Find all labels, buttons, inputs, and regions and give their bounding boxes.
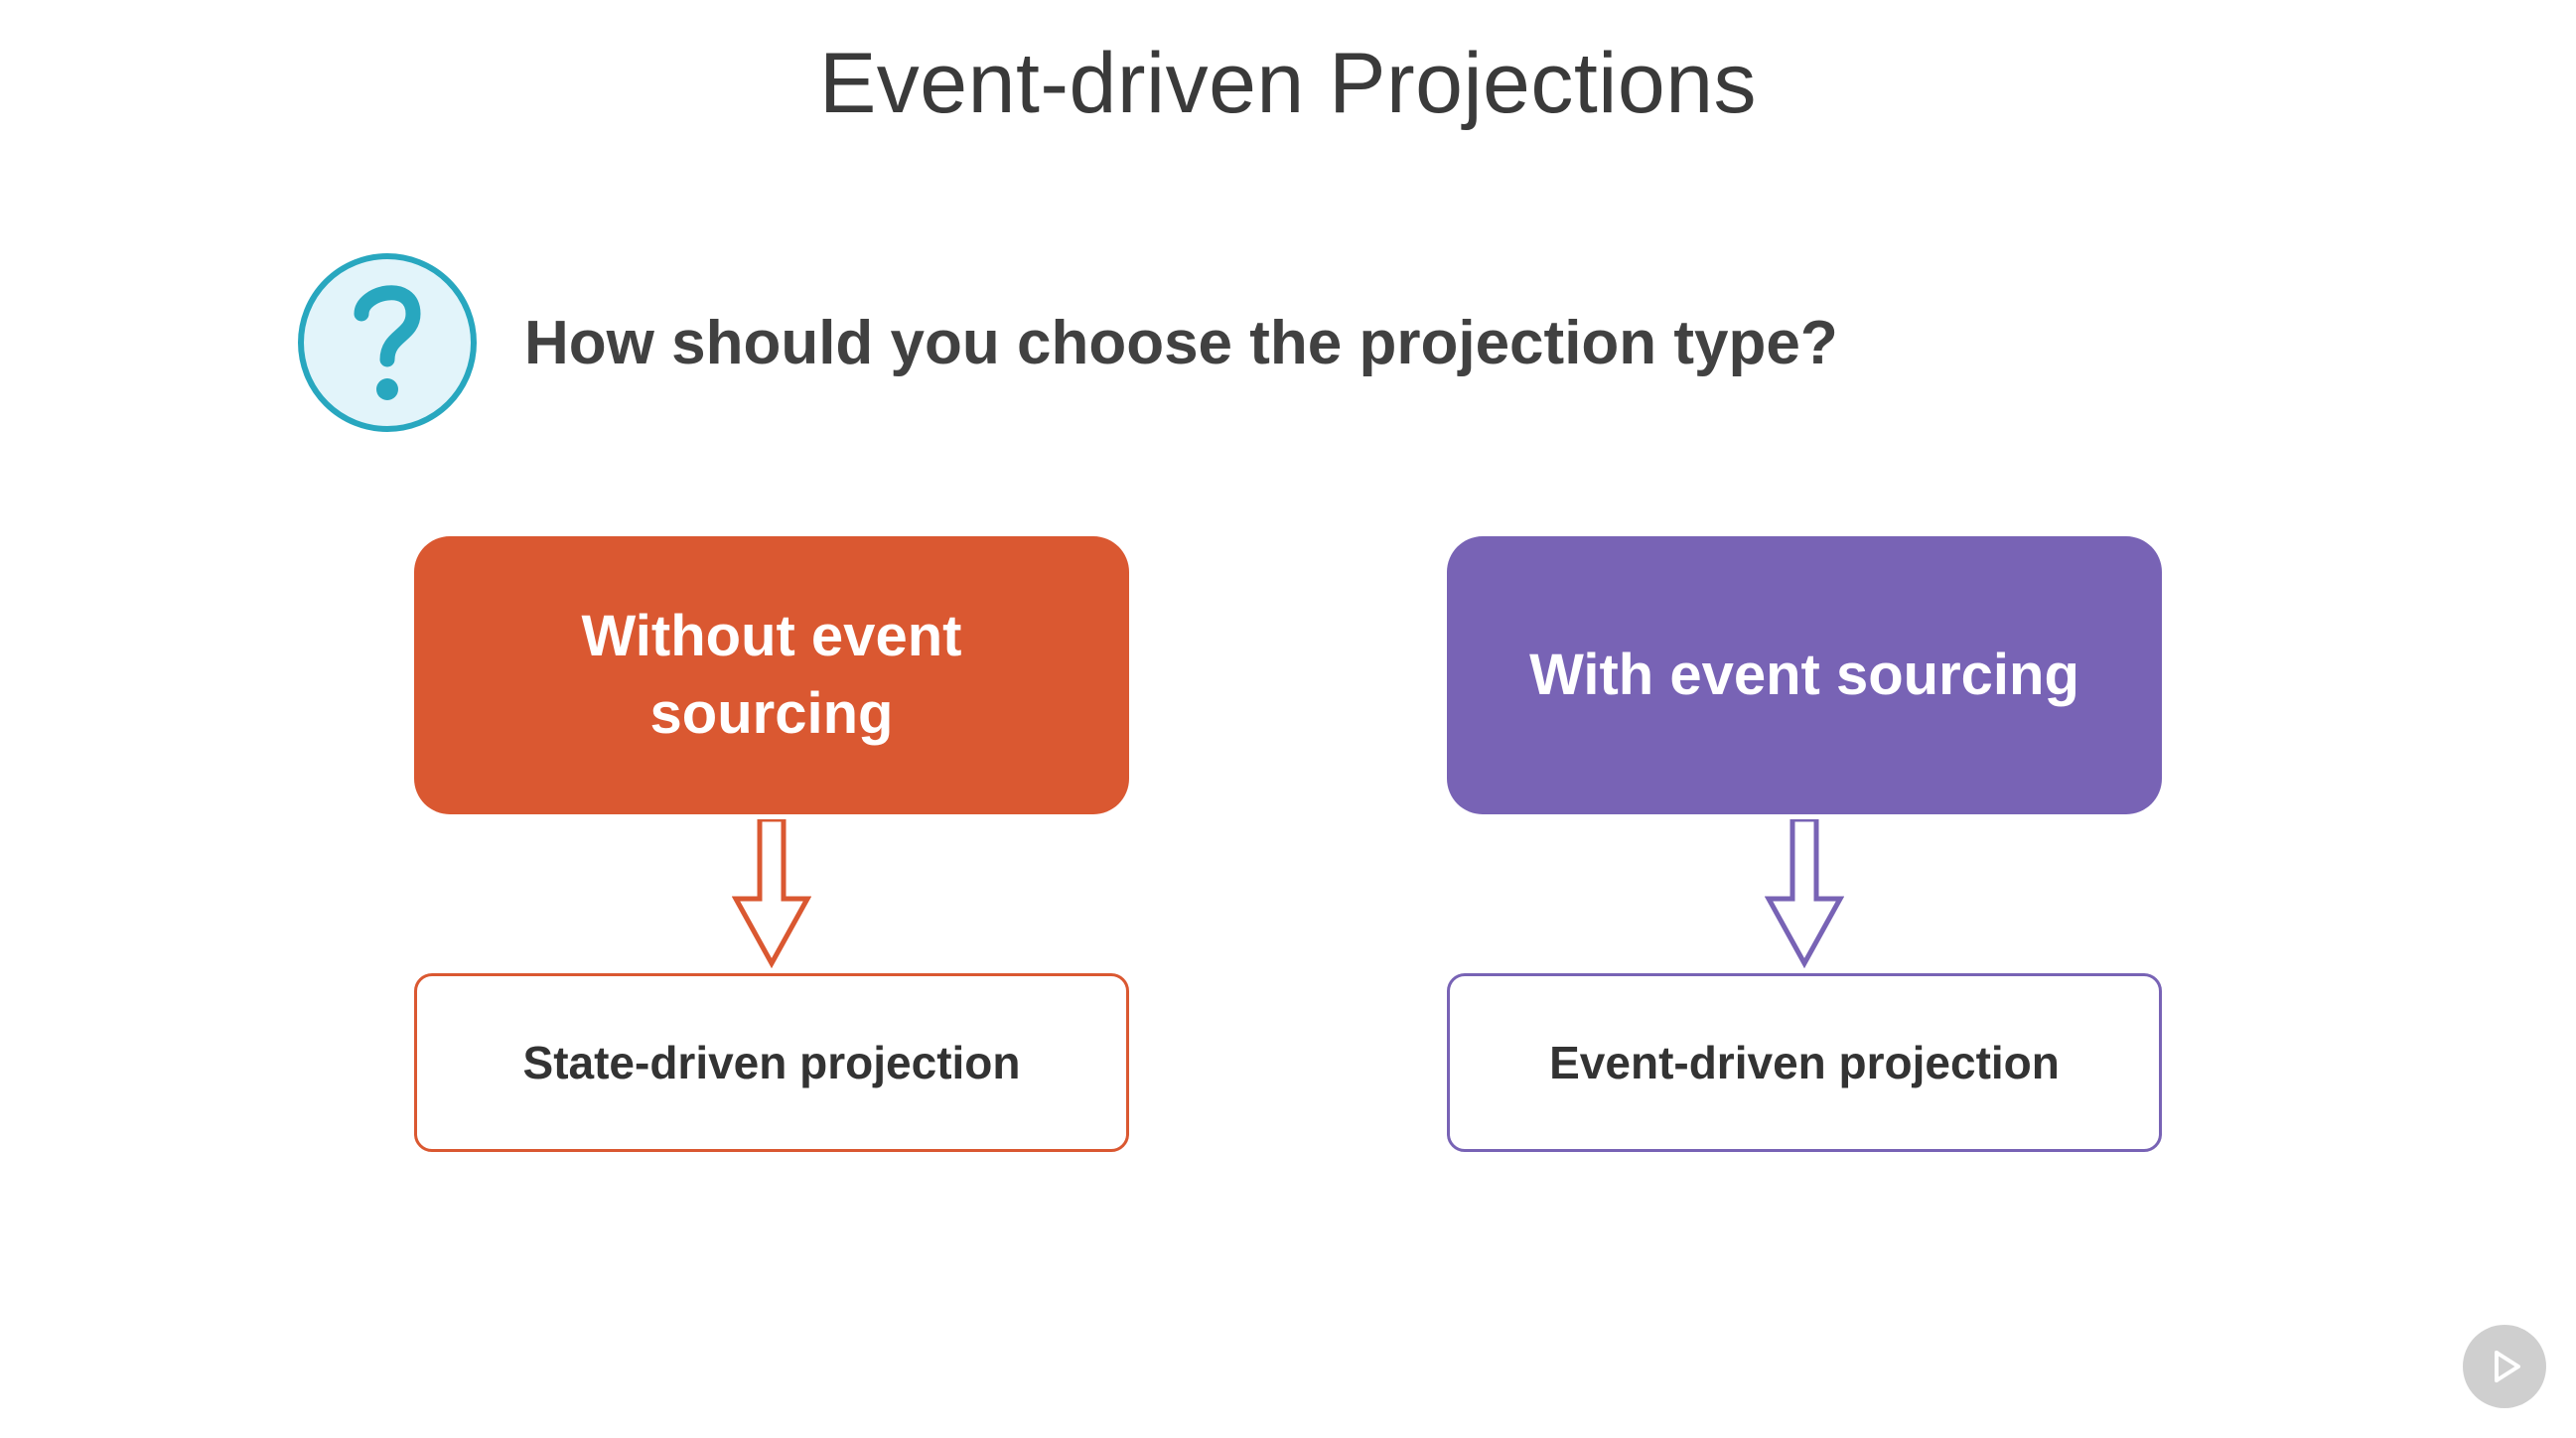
box-without-event-sourcing: Without event sourcing — [414, 536, 1129, 814]
slide-title: Event-driven Projections — [0, 35, 2576, 133]
question-mark-icon — [298, 253, 477, 432]
box-result-label: State-driven projection — [523, 1036, 1021, 1089]
box-state-driven-projection: State-driven projection — [414, 973, 1129, 1152]
diagram-columns: Without event sourcing State-driven proj… — [0, 536, 2576, 1152]
slide: Event-driven Projections How should you … — [0, 0, 2576, 1438]
column-without-event-sourcing: Without event sourcing State-driven proj… — [414, 536, 1129, 1152]
arrow-down-icon — [732, 814, 811, 973]
question-row: How should you choose the projection typ… — [298, 253, 1838, 432]
box-heading: With event sourcing — [1529, 637, 2079, 714]
column-with-event-sourcing: With event sourcing Event-driven project… — [1447, 536, 2162, 1152]
box-event-driven-projection: Event-driven projection — [1447, 973, 2162, 1152]
play-icon — [2483, 1345, 2526, 1388]
question-text: How should you choose the projection typ… — [524, 308, 1838, 378]
play-button[interactable] — [2463, 1325, 2546, 1408]
box-result-label: Event-driven projection — [1549, 1036, 2060, 1089]
arrow-down-icon — [1765, 814, 1844, 973]
box-heading: Without event sourcing — [474, 598, 1070, 754]
box-with-event-sourcing: With event sourcing — [1447, 536, 2162, 814]
